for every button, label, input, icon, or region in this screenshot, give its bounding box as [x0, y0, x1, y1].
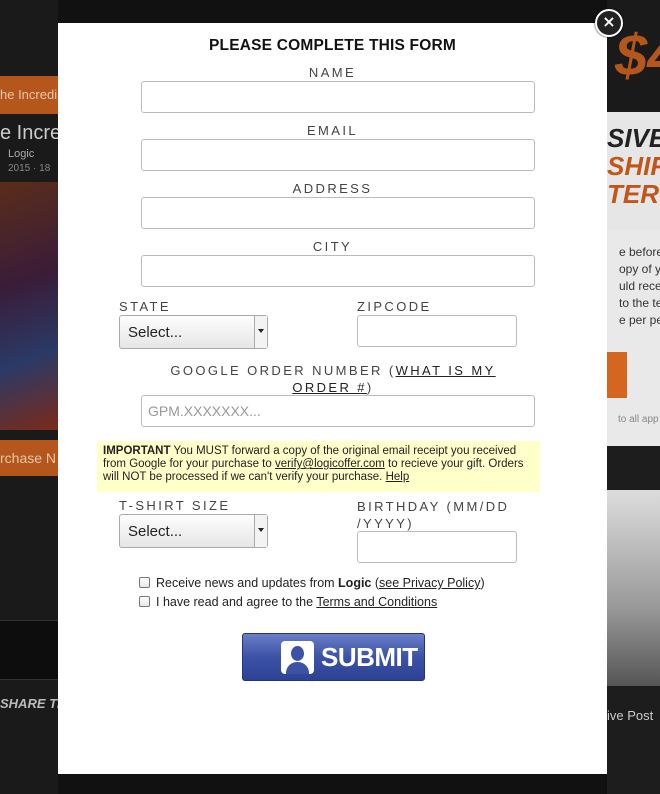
- name-input[interactable]: [141, 81, 535, 113]
- news-brand: Logic: [338, 576, 372, 590]
- zipcode-input[interactable]: [357, 315, 517, 347]
- terms-checkbox[interactable]: [139, 596, 150, 607]
- city-label: CITY: [312, 239, 353, 254]
- bg-artist: Logic: [8, 148, 35, 160]
- name-label: NAME: [308, 65, 357, 80]
- form-title: PLEASE COMPLETE THIS FORM: [209, 37, 456, 54]
- bg-share-text: SHARE TH: [0, 696, 58, 711]
- news-checkbox-row[interactable]: Receive news and updates from Logic (see…: [139, 576, 485, 590]
- bg-text-line: to the te: [619, 296, 660, 310]
- submit-button[interactable]: SUBMIT: [242, 633, 425, 681]
- important-strong: IMPORTANT: [103, 445, 171, 457]
- order-number-label-end: ): [366, 380, 374, 395]
- news-open: (: [371, 576, 380, 590]
- bg-caption: ive Post: [607, 708, 654, 723]
- terms-link[interactable]: Terms and Conditions: [316, 595, 437, 609]
- tshirt-size-select[interactable]: Select...: [119, 514, 268, 548]
- bg-small-text: to all app: [618, 414, 659, 425]
- bg-orange-button: [607, 352, 627, 398]
- bg-promo-line: SIVE: [607, 123, 660, 153]
- chevron-down-icon: [254, 316, 267, 348]
- important-notice: IMPORTANT You MUST forward a copy of the…: [97, 441, 540, 492]
- bg-promo: SIVE SHIR TER!: [607, 112, 660, 230]
- bg-album-strip: he Incredi: [0, 76, 58, 114]
- order-number-input[interactable]: [141, 395, 535, 427]
- news-text: Receive news and updates from: [156, 576, 339, 590]
- news-checkbox[interactable]: [139, 577, 150, 588]
- bg-promo-line: SHIR: [607, 151, 660, 181]
- user-icon: [281, 641, 314, 674]
- chevron-down-icon: [254, 515, 267, 547]
- privacy-policy-link[interactable]: see Privacy Policy: [379, 576, 480, 590]
- bg-google-play-badge: [0, 620, 58, 680]
- bg-photo: [607, 490, 660, 686]
- bg-text-line: e before: [619, 245, 660, 259]
- zipcode-label: ZIPCODE: [357, 299, 432, 314]
- email-input[interactable]: [141, 139, 535, 171]
- state-select-value: Select...: [128, 324, 183, 341]
- order-number-label: GOOGLE ORDER NUMBER (WHAT IS MY ORDER #): [158, 362, 508, 396]
- bg-date: 2015 · 18: [8, 163, 51, 174]
- state-label: STATE: [119, 299, 171, 314]
- tshirt-size-label: T-SHIRT SIZE: [119, 498, 231, 513]
- tshirt-select-value: Select...: [128, 523, 183, 540]
- address-label: ADDRESS: [292, 181, 373, 196]
- birthday-input[interactable]: [357, 531, 517, 563]
- bg-purchase-button: rchase N: [0, 440, 58, 476]
- state-select[interactable]: Select...: [119, 315, 268, 349]
- close-button[interactable]: ×: [595, 9, 623, 37]
- submit-label: SUBMIT: [321, 642, 418, 672]
- city-input[interactable]: [141, 255, 535, 287]
- bg-album-cover: [0, 182, 58, 430]
- bg-text-line: uld rece: [619, 279, 660, 293]
- birthday-label: BIRTHDAY (MM/DD /YYYY): [357, 499, 510, 531]
- form-modal: PLEASE COMPLETE THIS FORM NAME EMAIL ADD…: [58, 23, 607, 774]
- terms-checkbox-row[interactable]: I have read and agree to the Terms and C…: [139, 595, 437, 609]
- bg-text-line: opy of yo: [619, 262, 660, 276]
- bg-promo-line: TER!: [607, 179, 660, 209]
- bg-album-title: e Incre: [0, 122, 58, 144]
- help-link[interactable]: Help: [386, 471, 410, 483]
- order-number-label-text: GOOGLE ORDER NUMBER (: [170, 363, 396, 378]
- bg-text-line: e per pers: [619, 313, 660, 327]
- address-input[interactable]: [141, 197, 535, 229]
- news-close: ): [480, 576, 485, 590]
- terms-text: I have read and agree to the: [156, 595, 317, 609]
- verify-email-link[interactable]: verify@logicoffer.com: [275, 458, 385, 470]
- email-label: EMAIL: [306, 123, 358, 138]
